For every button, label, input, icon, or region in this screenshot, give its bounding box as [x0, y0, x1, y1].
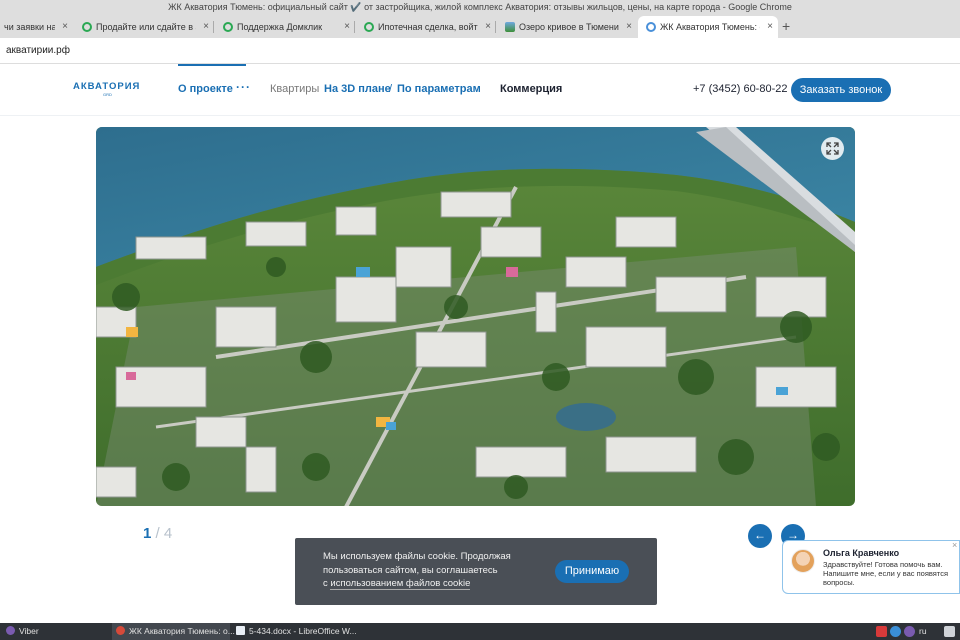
nav-flats-label: Квартиры — [270, 83, 320, 95]
active-nav-indicator — [178, 64, 246, 66]
cookie-text: Мы используем файлы cookie. Продолжая по… — [323, 550, 533, 591]
lake-icon — [505, 22, 515, 32]
tray-app-icon[interactable] — [876, 626, 887, 637]
close-icon[interactable]: × — [767, 16, 773, 38]
nav-separator: / — [389, 83, 393, 95]
tab-sell-rent[interactable]: Продайте или сдайте в ар × — [74, 16, 214, 38]
nav-params[interactable]: По параметрам — [397, 83, 481, 95]
address-bar[interactable]: акватирии.рф — [0, 38, 960, 64]
more-menu-icon[interactable]: ··· — [236, 80, 251, 94]
logo-subtitle: GRD — [103, 92, 112, 97]
cookie-banner: Мы используем файлы cookie. Продолжая по… — [295, 538, 657, 605]
nav-about[interactable]: О проекте — [178, 83, 233, 95]
tab-akvatoria[interactable]: ЖК Акватория Тюмень: оф × — [638, 16, 778, 38]
taskbar-chrome-label: ЖК Акватория Тюмень: о... — [129, 626, 235, 636]
slide-current: 1 — [143, 525, 152, 542]
tab-label: Озеро кривое в Тюмени на — [519, 22, 619, 32]
tab-strip: чи заявки на к × Продайте или сдайте в а… — [0, 14, 960, 38]
logo[interactable]: АКВАТОРИЯ — [73, 81, 140, 92]
close-icon[interactable]: × — [626, 16, 632, 38]
close-icon[interactable]: × — [344, 16, 350, 38]
taskbar: Viber ЖК Акватория Тюмень: о... 5-434.do… — [0, 623, 960, 640]
viber-icon — [6, 626, 15, 635]
tab-label: чи заявки на к — [4, 22, 55, 32]
tab-label: Ипотечная сделка, войти с — [378, 22, 478, 32]
expand-icon — [826, 142, 839, 155]
cookie-text-line: пользоваться сайтом, вы соглашаетесь — [323, 564, 498, 576]
site-header: АКВАТОРИЯ GRD О проекте ··· Квартиры На … — [0, 64, 960, 116]
tab-requests[interactable]: чи заявки на к × — [0, 16, 73, 38]
domclick-icon — [223, 22, 233, 32]
tab-label: Поддержка Домклик — [237, 22, 323, 32]
avatar — [791, 549, 815, 573]
cookie-policy-link[interactable]: использованием файлов cookie — [330, 578, 471, 590]
cookie-text-line: с использованием файлов cookie — [323, 577, 533, 591]
phone-link[interactable]: +7 (3452) 60-80-22 — [693, 83, 787, 95]
url-text[interactable]: акватирии.рф — [6, 45, 70, 56]
hero-aerial-image — [96, 127, 855, 506]
close-icon[interactable]: × — [485, 16, 491, 38]
domclick-icon — [82, 22, 92, 32]
slide-total: / 4 — [155, 525, 173, 542]
prev-slide-button[interactable]: ← — [748, 524, 772, 548]
chrome-icon — [116, 626, 125, 635]
slide-counter: 1 / 4 — [143, 525, 172, 542]
volume-icon[interactable] — [944, 626, 955, 637]
fullscreen-button[interactable] — [821, 137, 844, 160]
taskbar-viber[interactable]: Viber — [6, 623, 39, 640]
call-request-button[interactable]: Заказать звонок — [791, 78, 891, 102]
tab-label: Продайте или сдайте в ар — [96, 22, 196, 32]
aerial-illustration — [96, 127, 855, 506]
chat-agent-name: Ольга Кравченко — [823, 548, 900, 558]
site-icon — [646, 22, 656, 32]
close-icon[interactable]: × — [203, 16, 209, 38]
nav-3d-plan[interactable]: На 3D плане — [324, 83, 391, 95]
document-icon — [236, 626, 245, 635]
viber-tray-icon[interactable] — [904, 626, 915, 637]
taskbar-writer[interactable]: 5-434.docx - LibreOffice W... — [236, 623, 357, 640]
new-tab-button[interactable]: + — [782, 14, 790, 38]
tab-mortgage[interactable]: Ипотечная сделка, войти с × — [356, 16, 496, 38]
tab-lake[interactable]: Озеро кривое в Тюмени на × — [497, 16, 637, 38]
taskbar-chrome[interactable]: ЖК Акватория Тюмень: о... — [112, 623, 235, 640]
cookie-text-line: Мы используем файлы cookie. Продолжая — [323, 551, 511, 562]
taskbar-writer-label: 5-434.docx - LibreOffice W... — [249, 626, 357, 636]
accept-cookies-button[interactable]: Принимаю — [555, 560, 629, 583]
window-title: ЖК Акватория Тюмень: официальный сайт ✔️… — [0, 0, 960, 14]
chat-widget[interactable]: Ольга Кравченко Здравствуйте! Готова пом… — [782, 540, 960, 594]
domclick-icon — [364, 22, 374, 32]
nav-commerce[interactable]: Коммерция — [500, 83, 562, 95]
keyboard-layout[interactable]: ru — [919, 623, 927, 640]
close-icon[interactable]: × — [952, 540, 957, 550]
chat-message: Здравствуйте! Готова помочь вам. Напишит… — [823, 560, 949, 587]
taskbar-viber-label: Viber — [19, 626, 39, 636]
close-icon[interactable]: × — [62, 16, 68, 38]
tab-label: ЖК Акватория Тюмень: оф — [660, 22, 760, 32]
tray-app-icon[interactable] — [890, 626, 901, 637]
tab-support[interactable]: Поддержка Домклик × — [215, 16, 355, 38]
